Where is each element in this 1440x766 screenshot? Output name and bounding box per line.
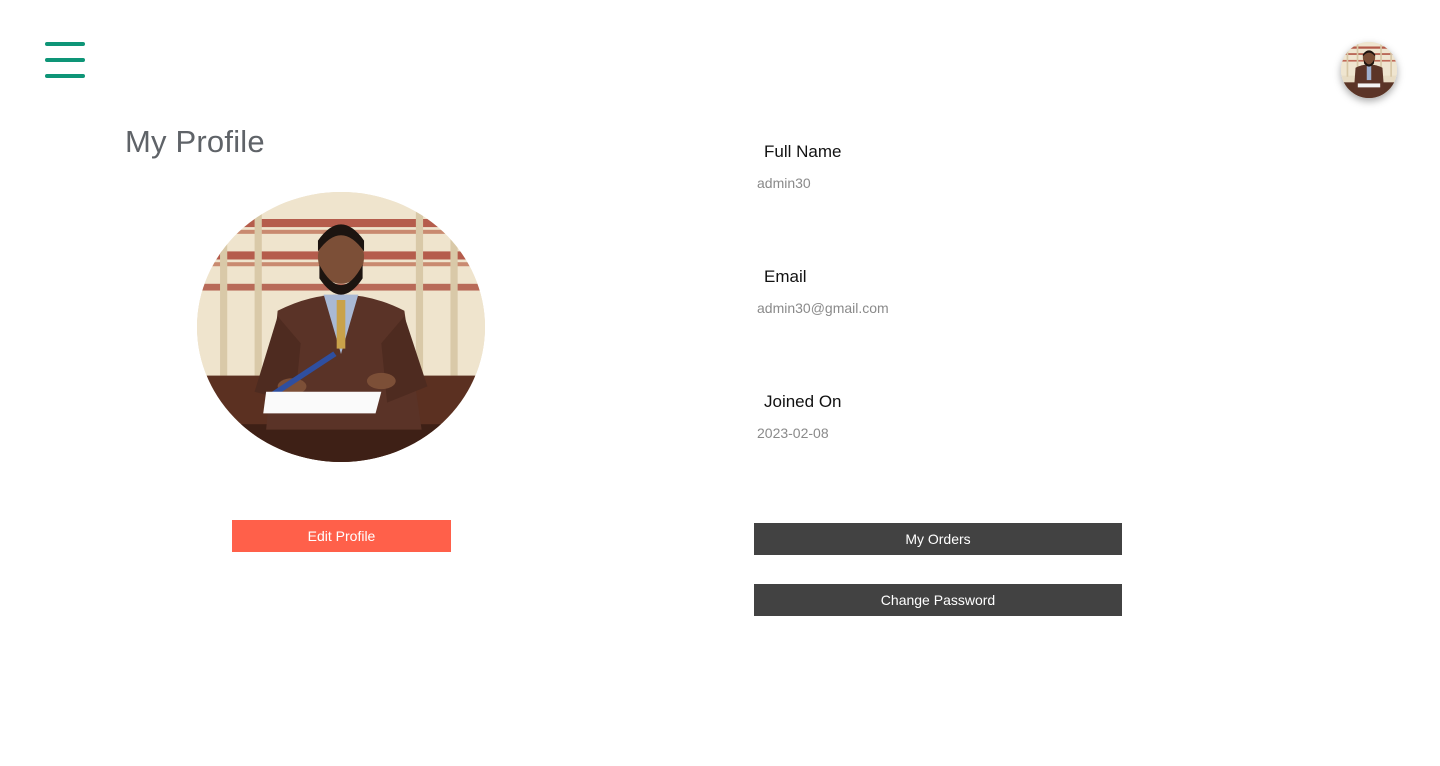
header-avatar[interactable] — [1341, 42, 1397, 98]
email-value: admin30@gmail.com — [757, 300, 889, 316]
menu-bar-top — [45, 42, 85, 46]
joined-on-value: 2023-02-08 — [757, 425, 829, 441]
profile-page: My Profile Edit Profile Full Name admin3… — [0, 0, 1440, 766]
avatar-photo-icon — [1341, 42, 1397, 98]
hamburger-menu-icon[interactable] — [45, 42, 85, 78]
menu-bar-bottom — [45, 74, 85, 78]
change-password-button[interactable]: Change Password — [754, 584, 1122, 616]
profile-photo — [197, 192, 485, 462]
my-orders-button[interactable]: My Orders — [754, 523, 1122, 555]
email-label: Email — [764, 267, 807, 286]
full-name-value: admin30 — [757, 175, 811, 191]
full-name-label: Full Name — [764, 142, 842, 161]
menu-bar-middle — [45, 58, 85, 62]
edit-profile-button[interactable]: Edit Profile — [232, 520, 451, 552]
joined-on-label: Joined On — [764, 392, 842, 411]
profile-photo-image — [197, 192, 485, 462]
page-title: My Profile — [125, 124, 265, 159]
